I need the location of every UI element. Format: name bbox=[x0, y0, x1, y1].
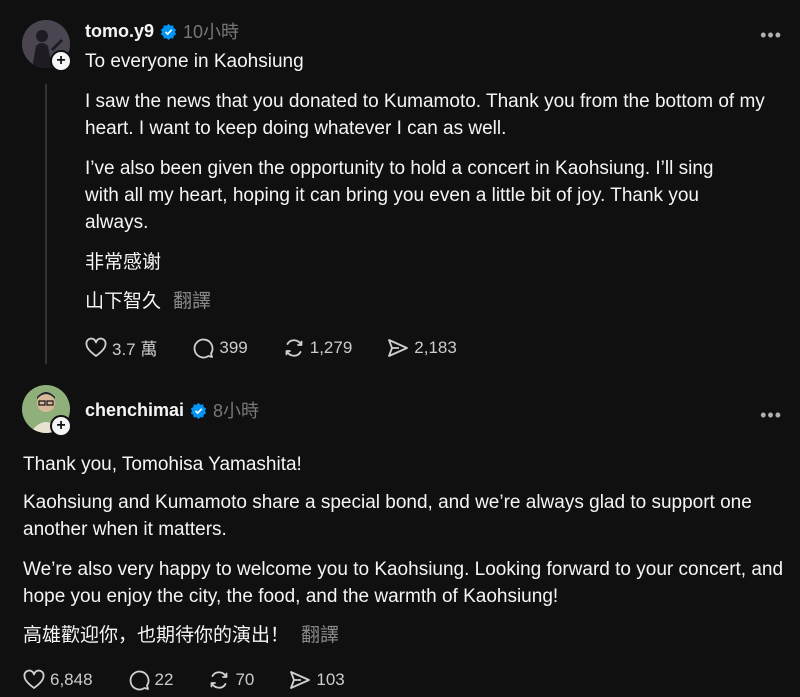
like-count: 3.7 萬 bbox=[112, 340, 158, 359]
repost-count: 1,279 bbox=[309, 337, 353, 357]
plus-icon: + bbox=[56, 52, 66, 69]
post-paragraph: I’ve also been given the opportunity to … bbox=[85, 158, 714, 233]
reply-count: 399 bbox=[219, 337, 248, 357]
more-icon[interactable]: ••• bbox=[760, 26, 782, 44]
post-time[interactable]: 10小時 bbox=[183, 18, 239, 44]
username[interactable]: chenchimai bbox=[85, 400, 184, 421]
post-time[interactable]: 8小時 bbox=[213, 397, 259, 423]
share-icon bbox=[290, 671, 311, 689]
heart-icon bbox=[85, 337, 107, 357]
action-bar: 6,848 22 70 103 bbox=[22, 668, 379, 692]
share-button[interactable]: 103 bbox=[288, 668, 345, 692]
share-count: 2,183 bbox=[414, 337, 457, 357]
repost-count: 70 bbox=[235, 670, 255, 689]
post-signature-line: 山下智久 翻譯 bbox=[85, 288, 211, 315]
action-bar: 3.7 萬 399 1,279 2,183 bbox=[84, 335, 491, 360]
repost-icon bbox=[211, 671, 228, 689]
post-header: tomo.y9 10小時 bbox=[85, 19, 239, 43]
plus-icon: + bbox=[56, 417, 66, 434]
repost-button[interactable]: 70 bbox=[207, 668, 254, 692]
post-paragraph: Thank you, Tomohisa Yamashita! bbox=[23, 454, 302, 475]
repost-button[interactable]: 1,279 bbox=[282, 336, 353, 360]
repost-icon bbox=[285, 338, 303, 357]
more-icon[interactable]: ••• bbox=[760, 406, 782, 424]
reply-count: 22 bbox=[154, 670, 174, 689]
follow-plus-button[interactable]: + bbox=[50, 50, 72, 72]
comment-icon bbox=[129, 670, 149, 691]
post-paragraph: 高雄歡迎你，也期待你的演出！ bbox=[23, 625, 290, 646]
post-signature: 山下智久 bbox=[85, 291, 162, 312]
post-header: chenchimai 8小時 bbox=[85, 398, 259, 422]
follow-plus-button[interactable]: + bbox=[50, 415, 72, 437]
verified-badge-icon bbox=[190, 402, 207, 419]
verified-badge-icon bbox=[160, 23, 177, 40]
translate-link[interactable]: 翻譯 bbox=[173, 291, 211, 312]
username[interactable]: tomo.y9 bbox=[85, 21, 154, 42]
post-paragraph: I saw the news that you donated to Kumam… bbox=[85, 91, 765, 139]
share-count: 103 bbox=[316, 670, 345, 689]
thread-line bbox=[45, 84, 47, 364]
post-title: To everyone in Kaohsiung bbox=[85, 51, 304, 72]
share-button[interactable]: 2,183 bbox=[386, 336, 457, 360]
post-tomo: + tomo.y9 10小時 ••• To everyone in Kaohsi… bbox=[0, 0, 800, 380]
post-chenchimai: + chenchimai 8小時 ••• Thank you, Tomohisa… bbox=[0, 380, 800, 697]
comment-button[interactable]: 22 bbox=[127, 668, 174, 692]
post-paragraph: We’re also very happy to welcome you to … bbox=[23, 559, 784, 607]
like-button[interactable]: 6,848 bbox=[22, 668, 93, 692]
post-paragraph: 非常感谢 bbox=[85, 252, 162, 273]
post-paragraph: Kaohsiung and Kumamoto share a special b… bbox=[23, 492, 752, 540]
comment-icon bbox=[193, 338, 214, 358]
comment-button[interactable]: 399 bbox=[191, 336, 248, 360]
post-closing-line: 高雄歡迎你，也期待你的演出！ 翻譯 bbox=[23, 622, 339, 649]
like-count: 6,848 bbox=[50, 670, 93, 689]
heart-icon bbox=[23, 669, 45, 689]
like-button[interactable]: 3.7 萬 bbox=[84, 335, 157, 360]
translate-link[interactable]: 翻譯 bbox=[301, 625, 339, 646]
share-icon bbox=[388, 338, 409, 357]
